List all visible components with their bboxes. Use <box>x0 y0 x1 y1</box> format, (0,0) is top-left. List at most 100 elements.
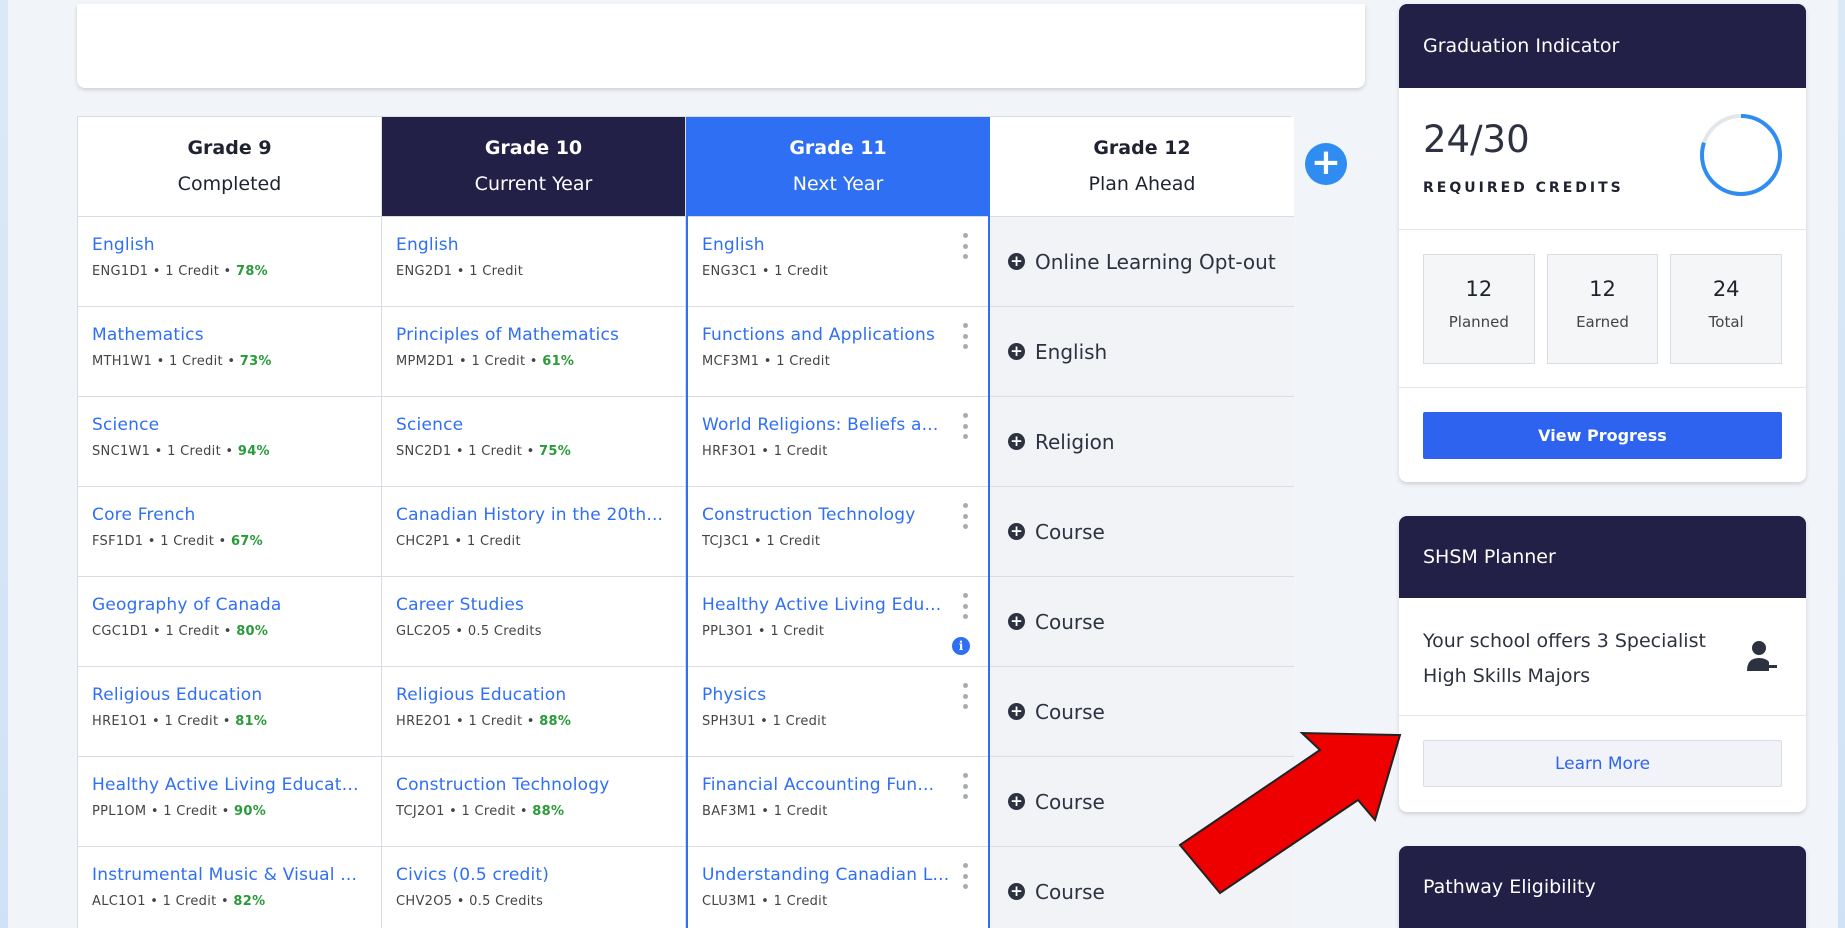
course-card[interactable]: English ENG2D1 • 1 Credit <box>382 217 685 307</box>
kebab-menu-icon[interactable] <box>962 593 968 619</box>
course-card[interactable]: Science SNC1W1 • 1 Credit • 94% <box>78 397 381 487</box>
stat-label: Earned <box>1576 313 1629 331</box>
course-card[interactable]: Functions and Applications MCF3M1 • 1 Cre… <box>688 307 988 397</box>
plan-slot[interactable]: + Online Learning Opt-out <box>990 217 1294 307</box>
course-card[interactable]: Religious Education HRE2O1 • 1 Credit • 8… <box>382 667 685 757</box>
course-name-link[interactable]: English <box>702 235 972 255</box>
course-name-link[interactable]: Geography of Canada <box>92 595 362 615</box>
course-card[interactable]: Science SNC2D1 • 1 Credit • 75% <box>382 397 685 487</box>
kebab-menu-icon[interactable] <box>962 503 968 529</box>
add-course-item[interactable]: + English <box>1008 340 1107 364</box>
course-card[interactable]: Geography of Canada CGC1D1 • 1 Credit • 8… <box>78 577 381 667</box>
course-code: ENG2D1 <box>396 264 453 279</box>
course-credit: 1 Credit <box>773 804 828 819</box>
course-card[interactable]: Understanding Canadian L... CLU3M1 • 1 Cr… <box>688 847 988 928</box>
kebab-menu-icon[interactable] <box>962 323 968 349</box>
course-card[interactable]: English ENG3C1 • 1 Credit <box>688 217 988 307</box>
course-name-link[interactable]: Physics <box>702 685 972 705</box>
course-name-link[interactable]: World Religions: Beliefs a... <box>702 415 972 435</box>
kebab-menu-icon[interactable] <box>962 683 968 709</box>
add-course-item[interactable]: + Course <box>1008 520 1105 544</box>
course-name-link[interactable]: Religious Education <box>92 685 362 705</box>
add-course-item[interactable]: + Course <box>1008 880 1105 904</box>
add-year-button[interactable]: + <box>1305 143 1347 185</box>
course-name-link[interactable]: Functions and Applications <box>702 325 972 345</box>
red-arrow-annotation <box>1178 731 1402 895</box>
course-card[interactable]: Religious Education HRE1O1 • 1 Credit • 8… <box>78 667 381 757</box>
stat-label: Total <box>1708 313 1744 331</box>
plan-slot[interactable]: + Course <box>990 577 1294 667</box>
learn-more-button[interactable]: Learn More <box>1423 740 1782 787</box>
grade-subtitle: Current Year <box>474 173 593 195</box>
plan-slot-label: Course <box>1035 879 1105 904</box>
plan-slot-label: English <box>1035 339 1108 364</box>
course-name-link[interactable]: Healthy Active Living Edu... <box>702 595 972 615</box>
plus-circle-icon: + <box>1008 793 1025 810</box>
plan-slot[interactable]: + Course <box>990 487 1294 577</box>
kebab-menu-icon[interactable] <box>962 413 968 439</box>
course-meta: HRE2O1 • 1 Credit • 88% <box>396 714 572 729</box>
add-course-item[interactable]: + Course <box>1008 790 1105 814</box>
course-card[interactable]: Career Studies GLC2O5 • 0.5 Credits <box>382 577 685 667</box>
course-credit: 1 Credit <box>160 534 215 549</box>
top-panel <box>77 4 1365 88</box>
course-meta: SNC1W1 • 1 Credit • 94% <box>92 444 270 459</box>
course-name-link[interactable]: English <box>396 235 666 255</box>
course-name-link[interactable]: Core French <box>92 505 362 525</box>
shsm-description: Your school offers 3 Specialist High Ski… <box>1399 598 1806 716</box>
course-name-link[interactable]: Religious Education <box>396 685 666 705</box>
course-name-link[interactable]: Understanding Canadian L... <box>702 865 972 885</box>
course-meta: HRE1O1 • 1 Credit • 81% <box>92 714 268 729</box>
course-name-link[interactable]: Canadian History in the 20th... <box>396 505 666 525</box>
course-name-link[interactable]: Instrumental Music & Visual ... <box>92 865 362 885</box>
kebab-menu-icon[interactable] <box>962 233 968 259</box>
course-card[interactable]: Healthy Active Living Edu... PPL3O1 • 1 C… <box>688 577 988 667</box>
course-name-link[interactable]: Civics (0.5 credit) <box>396 865 666 885</box>
course-name-link[interactable]: Principles of Mathematics <box>396 325 666 345</box>
course-code: MTH1W1 <box>92 354 153 369</box>
course-card[interactable]: Financial Accounting Fun... BAF3M1 • 1 Cr… <box>688 757 988 847</box>
plan-slot[interactable]: + Religion <box>990 397 1294 487</box>
course-credit: 1 Credit <box>168 354 223 369</box>
course-name-link[interactable]: Mathematics <box>92 325 362 345</box>
course-name-link[interactable]: Construction Technology <box>396 775 666 795</box>
course-card[interactable]: English ENG1D1 • 1 Credit • 78% <box>78 217 381 307</box>
course-code: TCJ3C1 <box>702 534 750 549</box>
course-card[interactable]: Civics (0.5 credit) CHV2O5 • 0.5 Credits <box>382 847 685 928</box>
kebab-menu-icon[interactable] <box>962 773 968 799</box>
course-card[interactable]: Core French FSF1D1 • 1 Credit • 67% <box>78 487 381 577</box>
info-icon[interactable]: i <box>952 637 970 655</box>
course-name-link[interactable]: Financial Accounting Fun... <box>702 775 972 795</box>
view-progress-button[interactable]: View Progress <box>1423 412 1782 459</box>
course-name-link[interactable]: Construction Technology <box>702 505 972 525</box>
add-course-item[interactable]: + Course <box>1008 700 1105 724</box>
course-name-link[interactable]: Healthy Active Living Educati... <box>92 775 362 795</box>
plus-circle-icon: + <box>1008 613 1025 630</box>
course-card[interactable]: Construction Technology TCJ3C1 • 1 Credit <box>688 487 988 577</box>
plan-slot[interactable]: + English <box>990 307 1294 397</box>
plus-icon: + <box>1310 142 1342 183</box>
plan-slot-label: Course <box>1035 699 1105 724</box>
course-card[interactable]: World Religions: Beliefs a... HRF3O1 • 1 … <box>688 397 988 487</box>
course-card[interactable]: Instrumental Music & Visual ... ALC1O1 • … <box>78 847 381 928</box>
course-name-link[interactable]: Science <box>396 415 666 435</box>
course-name-link[interactable]: Career Studies <box>396 595 666 615</box>
course-card[interactable]: Principles of Mathematics MPM2D1 • 1 Cred… <box>382 307 685 397</box>
add-course-item[interactable]: + Online Learning Opt-out <box>1008 250 1276 274</box>
course-grade: 81% <box>235 714 268 729</box>
course-code: PPL3O1 <box>702 624 754 639</box>
add-course-item[interactable]: + Course <box>1008 610 1105 634</box>
course-card[interactable]: Healthy Active Living Educati... PPL1OM •… <box>78 757 381 847</box>
stat-total: 24 Total <box>1670 254 1783 364</box>
plus-circle-icon: + <box>1008 523 1025 540</box>
course-meta: CLU3M1 • 1 Credit <box>702 894 828 909</box>
add-course-item[interactable]: + Religion <box>1008 430 1115 454</box>
plan-slot-label: Course <box>1035 609 1105 634</box>
course-card[interactable]: Canadian History in the 20th... CHC2P1 • … <box>382 487 685 577</box>
course-card[interactable]: Physics SPH3U1 • 1 Credit <box>688 667 988 757</box>
course-name-link[interactable]: English <box>92 235 362 255</box>
course-card[interactable]: Mathematics MTH1W1 • 1 Credit • 73% <box>78 307 381 397</box>
course-card[interactable]: Construction Technology TCJ2O1 • 1 Credit… <box>382 757 685 847</box>
kebab-menu-icon[interactable] <box>962 863 968 889</box>
course-name-link[interactable]: Science <box>92 415 362 435</box>
